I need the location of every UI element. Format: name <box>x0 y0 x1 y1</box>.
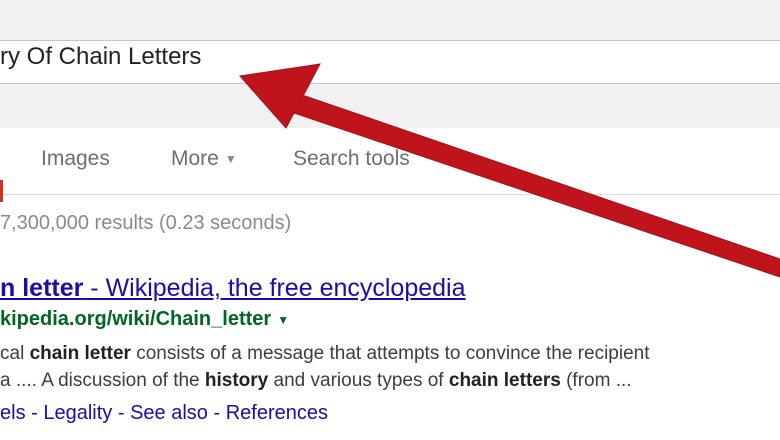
sitelink-separator: - <box>207 402 226 424</box>
result-url-text: kipedia.org/wiki/Chain_letter <box>0 308 272 330</box>
snippet-segment: history <box>204 370 269 391</box>
snippet-segment: chain letters <box>448 370 561 391</box>
sitelink-separator: - <box>112 402 131 424</box>
snippet-segment: a .... A discussion of the <box>0 370 205 391</box>
browser-top-bar <box>0 0 780 36</box>
snippet-segment: consists of a message that attempts to c… <box>130 343 650 364</box>
tab-images[interactable]: Images <box>41 147 110 171</box>
sitelink[interactable]: References <box>226 402 328 424</box>
result-title-pre: n letter <box>0 274 84 302</box>
chevron-down-icon: ▼ <box>224 152 237 167</box>
result-url: kipedia.org/wiki/Chain_letter ▼ <box>0 308 289 331</box>
result-sitelinks: els - Legality - See also - References <box>0 402 328 425</box>
tab-search-tools[interactable]: Search tools <box>293 147 410 171</box>
snippet-segment: and various types of <box>268 370 449 391</box>
snippet-segment: (from ... <box>560 370 632 391</box>
sitelink-separator: - <box>25 402 44 424</box>
result-snippet-line-2: a .... A discussion of the history and v… <box>0 370 632 392</box>
tab-more-label: More <box>171 147 219 170</box>
tab-search-tools-label: Search tools <box>293 147 410 170</box>
sitelink[interactable]: See also <box>130 402 208 424</box>
tab-indicator <box>0 180 3 202</box>
snippet-segment: cal <box>0 343 30 364</box>
result-stats: 7,300,000 results (0.23 seconds) <box>0 212 292 234</box>
tab-more[interactable]: More ▼ <box>171 147 237 171</box>
tabs-divider <box>0 194 780 195</box>
result-title-link[interactable]: n letter - Wikipedia, the free encyclope… <box>0 274 466 303</box>
sitelink[interactable]: Legality <box>43 402 112 424</box>
search-query-text[interactable]: ry Of Chain Letters <box>0 43 201 71</box>
snippet-segment: chain letter <box>29 343 131 364</box>
tab-images-label: Images <box>41 147 110 170</box>
url-dropdown-icon[interactable]: ▼ <box>277 313 289 327</box>
result-title-post: - Wikipedia, the free encyclopedia <box>83 274 466 302</box>
result-snippet-line-1: cal chain letter consists of a message t… <box>0 343 650 365</box>
sitelink[interactable]: els <box>0 402 26 424</box>
